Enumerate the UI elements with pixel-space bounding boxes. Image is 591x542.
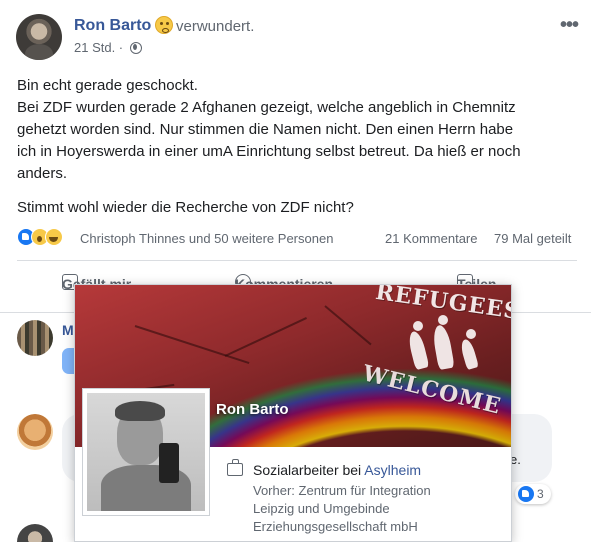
cover-crack (134, 325, 250, 365)
commenter-avatar[interactable] (17, 320, 53, 356)
previous-job-line: Leipzig und Umgebinde (253, 501, 390, 516)
profile-hovercard: REFUGEES WELCOME Ron Barto Sozialarbeite… (74, 284, 512, 542)
author-avatar[interactable] (16, 14, 62, 60)
post-text-line: Bin echt gerade geschockt. (17, 77, 198, 94)
like-reaction-icon (518, 486, 534, 502)
family-head (466, 329, 476, 339)
post-text-line: Bei ZDF wurden gerade 2 Afghanen gezeigt… (17, 99, 516, 116)
feeling-emoji-icon (155, 16, 173, 34)
comments-count[interactable]: 21 Kommentare (385, 231, 478, 246)
more-icon[interactable]: ••• (560, 14, 579, 37)
family-figure (431, 323, 455, 371)
commenter-name[interactable]: M (62, 322, 74, 338)
post-text: Bin echt gerade geschockt. Bei ZDF wurde… (17, 75, 577, 219)
reaction-names[interactable]: Christoph Thinnes und 50 weitere Persone… (80, 231, 333, 246)
haha-reaction-icon (45, 228, 63, 246)
hovercard-job: Sozialarbeiter bei Asylheim (253, 462, 421, 478)
family-head (438, 315, 448, 325)
briefcase-icon (227, 459, 243, 476)
hovercard-name[interactable]: Ron Barto (216, 401, 289, 418)
job-prefix: Sozialarbeiter bei (253, 462, 365, 478)
divider (17, 260, 577, 261)
commenter-avatar[interactable] (17, 524, 53, 542)
post-timestamp[interactable]: 21 Std. · (74, 40, 123, 55)
commenter-avatar[interactable] (17, 414, 53, 450)
hovercard-profile-picture[interactable] (83, 389, 209, 515)
profile-photo (87, 393, 205, 511)
globe-icon[interactable] (130, 42, 142, 54)
author-name[interactable]: Ron Barto (74, 17, 151, 35)
family-figure (459, 337, 479, 371)
photo-phone (159, 443, 179, 483)
cover-crack (324, 305, 372, 346)
job-employer-link[interactable]: Asylheim (364, 462, 421, 478)
post-text-question: Stimmt wohl wieder die Recherche von ZDF… (17, 199, 354, 216)
cover-crack (224, 317, 307, 357)
comment-reaction-count: 3 (537, 487, 544, 501)
shares-count[interactable]: 79 Mal geteilt (494, 231, 571, 246)
feeling-text: verwundert. (176, 18, 255, 35)
hovercard-previous-job: Vorher: Zentrum für Integration Leipzig … (253, 482, 493, 536)
previous-job-line: Vorher: Zentrum für Integration (253, 483, 431, 498)
photo-hair (115, 401, 165, 421)
previous-job-line: Erziehungsgesellschaft mbH (253, 519, 418, 534)
family-figure (406, 329, 430, 371)
post-text-line: gehetzt worden sind. Nur stimmen die Nam… (17, 121, 514, 138)
refugee-family-icon (405, 315, 495, 377)
facebook-post: Ron Barto verwundert. 21 Std. · ••• Bin … (0, 0, 591, 542)
post-text-line: anders. (17, 165, 68, 182)
comment-reaction-badge[interactable]: 3 (515, 484, 551, 504)
family-head (413, 321, 423, 331)
post-text-line: ich in Hoyerswerda in einer umA Einricht… (17, 143, 521, 160)
